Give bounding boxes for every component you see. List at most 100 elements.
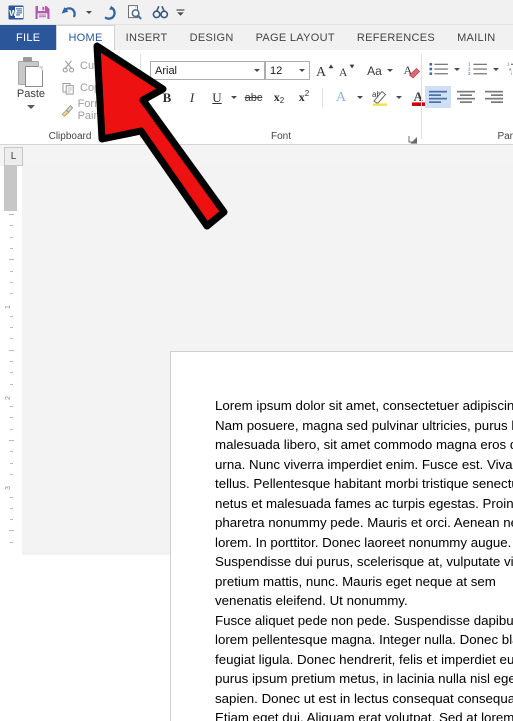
superscript-button[interactable]: x 2 [292,87,316,108]
tab-page-layout-label: PAGE LAYOUT [256,32,335,44]
ruler-tick [10,429,13,430]
print-preview-icon[interactable] [123,2,145,23]
numbering-dropdown-caret[interactable] [490,59,502,79]
svg-text:A: A [339,67,348,79]
text-highlight-button[interactable]: ab [368,87,392,108]
document-text-body[interactable]: Lorem ipsum dolor sit amet, consectetuer… [215,396,513,721]
tab-design-label: DESIGN [190,32,234,44]
change-case-button[interactable]: Aa [363,61,397,80]
undo-dropdown-caret[interactable] [83,2,94,23]
align-center-button[interactable] [453,86,479,108]
document-workspace: Lorem ipsum dolor sit amet, consectetuer… [22,166,513,555]
italic-label: I [190,90,194,106]
bullets-button[interactable] [427,59,451,79]
ruler-number: 1 [5,305,12,309]
ruler-tick [9,259,14,260]
underline-button[interactable]: U [206,87,228,108]
ruler-tick [10,451,13,452]
numbering-button[interactable]: 1 2 3 [466,59,490,79]
group-label-paragraph: Par [422,131,513,142]
ruler-tick [9,214,14,215]
shrink-font-button[interactable]: A [337,61,357,80]
tab-home[interactable]: HOME [56,25,114,50]
vertical-ruler[interactable]: 1 2 3 [0,166,22,555]
chevron-down-icon[interactable] [250,62,264,79]
tab-insert-label: INSERT [126,32,168,44]
bullets-dropdown-caret[interactable] [451,59,463,79]
find-icon[interactable] [149,2,171,23]
grow-font-button[interactable]: A [315,61,335,80]
font-size-combobox[interactable]: 12 [265,61,310,80]
chevron-down-icon[interactable] [295,62,309,79]
text-effects-dropdown-caret[interactable] [353,87,366,108]
quick-access-toolbar: W [0,0,513,25]
highlight-dropdown-caret[interactable] [392,87,405,108]
ruler-tick [9,350,14,351]
underline-label: U [212,90,221,106]
copy-button[interactable]: Copy [60,78,106,98]
group-label-font: Font [141,131,421,142]
superscript-digit: 2 [305,89,309,98]
strikethrough-button[interactable]: abc [241,87,266,108]
cut-button[interactable]: Cut [60,56,97,76]
document-page[interactable]: Lorem ipsum dolor sit amet, consectetuer… [170,351,513,721]
ruler-tick [10,519,13,520]
customize-qat-caret[interactable] [175,2,186,23]
ruler-tick [10,406,13,407]
tab-insert[interactable]: INSERT [115,25,179,50]
chevron-down-icon[interactable] [27,105,35,109]
tab-references[interactable]: REFERENCES [346,25,446,50]
italic-button[interactable]: I [181,87,203,108]
align-right-button[interactable] [481,86,507,108]
paste-icon [16,56,46,86]
justify-button[interactable] [509,86,513,108]
paste-label: Paste [17,88,45,100]
tab-stop-selector[interactable]: L [4,147,23,166]
ruler-tick [10,508,13,509]
undo-icon[interactable] [57,2,79,23]
save-icon[interactable] [31,2,53,23]
bold-button[interactable]: B [156,87,178,108]
ruler-tick [10,271,13,272]
ruler-tick [9,440,14,441]
paragraph: Fusce aliquet pede non pede. Suspendisse… [215,611,513,721]
ruler-tick [10,338,13,339]
copy-label: Copy [80,82,106,94]
group-paragraph: 1 2 3 1 a i [422,50,513,144]
ribbon-body: Paste Cut [0,50,513,145]
format-painter-button[interactable]: Format Painter [60,100,140,120]
horizontal-ruler[interactable] [0,145,513,167]
group-clipboard: Paste Cut [0,50,140,144]
tab-mailings[interactable]: MAILIN [446,25,506,50]
clear-formatting-button[interactable]: A [401,61,423,80]
vertical-ruler-top-margin [4,166,17,211]
multilevel-list-button[interactable]: 1 a i [505,59,513,79]
tab-file[interactable]: FILE [0,25,56,50]
paste-button[interactable]: Paste [8,54,54,122]
ruler-number: 3 [5,486,12,490]
paragraph: Lorem ipsum dolor sit amet, consectetuer… [215,396,513,611]
chevron-down-icon[interactable] [387,69,393,72]
ruler-tick [10,372,13,373]
ruler-number: 2 [5,396,12,400]
svg-text:3: 3 [468,71,471,76]
ruler-tick [10,497,13,498]
text-effects-button[interactable]: A [329,87,353,108]
chevron-down-icon [86,11,92,14]
tab-references-label: REFERENCES [357,32,435,44]
ruler-tick [10,463,13,464]
font-name-combobox[interactable]: Arial [150,61,265,80]
subscript-button[interactable]: x 2 [267,87,291,108]
ruler-tick [10,282,13,283]
ruler-tick [10,248,13,249]
tab-design[interactable]: DESIGN [179,25,245,50]
copy-icon [60,80,77,96]
tab-file-label: FILE [16,32,40,44]
tab-page-layout[interactable]: PAGE LAYOUT [245,25,346,50]
tab-stop-selector-label: L [11,152,17,162]
font-size-value: 12 [266,65,295,77]
redo-icon[interactable] [97,2,119,23]
underline-dropdown-caret[interactable] [227,87,240,108]
align-left-button[interactable] [425,86,451,108]
ruler-tick [10,293,13,294]
